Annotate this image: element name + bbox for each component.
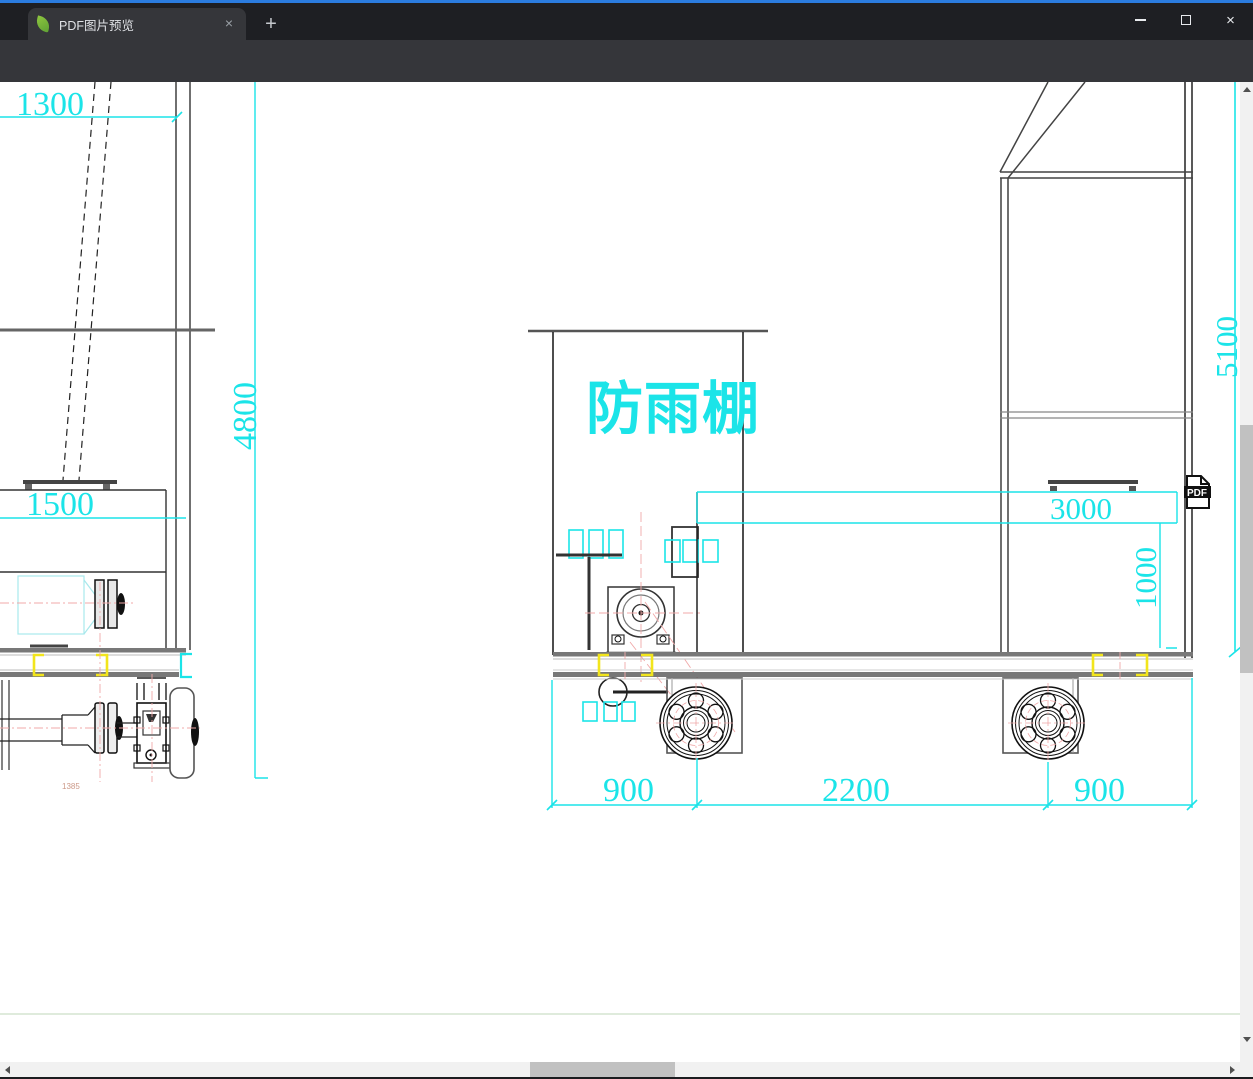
- horizontal-scroll-thumb[interactable]: [530, 1062, 675, 1077]
- dim-track-center: 2200: [822, 772, 890, 809]
- cad-wheel-left: [656, 683, 736, 763]
- browser-toolbar: ← → ⟳ ⌂ ⓘ localhost:8012/onlinePreview?u…: [0, 40, 1253, 116]
- dim-platform-width: 3000: [1050, 491, 1112, 526]
- canopy-label: 防雨棚: [586, 376, 760, 442]
- close-button[interactable]: ×: [1208, 3, 1253, 37]
- dim-overall-height: 5100: [1209, 316, 1240, 378]
- scrollbar-corner: [1240, 1062, 1253, 1077]
- scroll-right-arrow[interactable]: [1230, 1066, 1235, 1074]
- window-controls: ×: [1118, 3, 1253, 37]
- page-content: 1300 4800 1500 1385 防雨棚 3000 1000 5100 9…: [0, 82, 1240, 1077]
- scroll-left-arrow[interactable]: [5, 1066, 10, 1074]
- vertical-scrollbar[interactable]: [1240, 82, 1253, 1062]
- dim-track-left: 900: [603, 772, 654, 809]
- cad-left-view: [0, 82, 215, 782]
- dim-left-axle-span: 1385: [62, 782, 80, 791]
- dim-track-right: 900: [1074, 772, 1125, 809]
- minimize-button[interactable]: [1118, 3, 1163, 37]
- maximize-button[interactable]: [1163, 3, 1208, 37]
- spring-leaf-favicon: [34, 15, 52, 33]
- dim-left-height: 4800: [227, 382, 264, 450]
- pdf-badge-label: PDF: [1187, 488, 1207, 499]
- new-tab-button[interactable]: +: [258, 12, 284, 38]
- vertical-scroll-thumb[interactable]: [1240, 425, 1253, 673]
- minimize-icon: [1135, 19, 1146, 21]
- maximize-icon: [1180, 15, 1191, 25]
- close-icon: ×: [1226, 11, 1235, 29]
- dim-left-top-width: 1300: [16, 86, 84, 123]
- pdf-file-icon[interactable]: PDF: [1184, 475, 1211, 509]
- browser-window: PDF图片预览 × + × ← → ⟳ ⌂ ⓘ localhost:8012/o…: [0, 0, 1253, 1079]
- tab-title: PDF图片预览: [59, 18, 135, 33]
- horizontal-scrollbar[interactable]: [0, 1062, 1240, 1077]
- tab-pdf-preview[interactable]: PDF图片预览 ×: [28, 8, 246, 40]
- dim-platform-height: 1000: [1128, 547, 1163, 609]
- scroll-down-arrow[interactable]: [1243, 1037, 1251, 1042]
- tab-close-icon[interactable]: ×: [220, 15, 238, 33]
- cad-wheel-right: [1008, 683, 1088, 763]
- cad-drawing: 1300 4800 1500 1385 防雨棚 3000 1000 5100 9…: [0, 82, 1240, 1015]
- tab-bar: PDF图片预览 × + ×: [0, 3, 1253, 40]
- scroll-up-arrow[interactable]: [1243, 87, 1251, 92]
- dim-left-cab-width: 1500: [26, 486, 94, 523]
